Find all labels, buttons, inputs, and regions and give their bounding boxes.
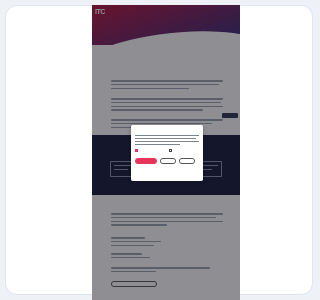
dialog-links xyxy=(131,169,203,171)
cookie-consent-dialog xyxy=(131,125,203,181)
checkbox-checked-icon[interactable] xyxy=(135,149,138,152)
checkbox-icon[interactable] xyxy=(169,149,172,152)
dialog-text xyxy=(135,135,199,147)
save-selection-button[interactable] xyxy=(160,158,176,164)
option-statistics[interactable] xyxy=(169,149,174,152)
accept-all-button[interactable] xyxy=(135,158,157,164)
option-necessary[interactable] xyxy=(135,149,140,152)
reject-button[interactable] xyxy=(179,158,195,164)
dialog-buttons xyxy=(135,158,195,164)
